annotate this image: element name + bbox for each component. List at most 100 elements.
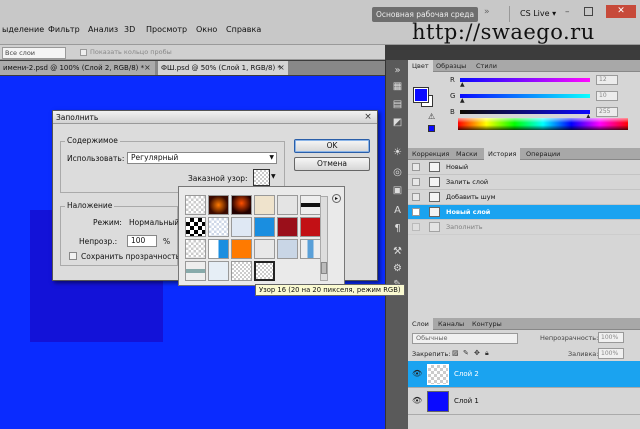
tool-presets-icon[interactable]: ⚒	[391, 245, 404, 258]
workspace-more-icon[interactable]: »	[484, 7, 490, 17]
close-dialog-icon[interactable]: ×	[361, 112, 375, 123]
channel-b-value[interactable]: 255	[596, 107, 618, 117]
use-select[interactable]: Регулярный ▼	[127, 152, 277, 164]
tab-document-2[interactable]: ФШ.psd @ 50% (Слой 1, RGB/8) * ×	[158, 61, 288, 75]
pattern-swatch[interactable]	[231, 195, 252, 215]
lock-move-icon[interactable]: ✥	[474, 349, 480, 357]
opacity-input[interactable]: 100	[127, 235, 157, 247]
pattern-swatch[interactable]	[300, 217, 321, 237]
custom-pattern-picker[interactable]	[253, 169, 270, 186]
layer-name[interactable]: Слой 2	[454, 370, 479, 378]
slider-thumb-icon[interactable]: ▲	[460, 97, 465, 104]
pattern-swatch[interactable]	[300, 195, 321, 215]
adjustments-panel-icon[interactable]: ☀	[391, 146, 404, 159]
character-panel-icon[interactable]: A	[391, 204, 404, 217]
tab-document-1[interactable]: имени-2.psd @ 100% (Слой 2, RGB/8) * ×	[0, 61, 155, 75]
channel-r-slider[interactable]	[460, 78, 590, 82]
pattern-swatch[interactable]	[254, 217, 275, 237]
layer-name[interactable]: Слой 1	[454, 397, 479, 405]
pattern-swatch[interactable]	[185, 195, 206, 215]
history-source-box[interactable]	[412, 163, 420, 171]
history-source-box[interactable]	[412, 178, 420, 186]
mode-select[interactable]: Нормальный	[129, 218, 179, 227]
slider-thumb-icon[interactable]: ▲	[460, 81, 465, 88]
pattern-swatch[interactable]	[254, 239, 275, 259]
history-source-box[interactable]	[412, 193, 420, 201]
menu-select[interactable]: ыделение	[2, 25, 44, 34]
history-panel-icon[interactable]: ▣	[391, 184, 404, 197]
paragraph-panel-icon[interactable]: ¶	[391, 222, 404, 235]
pattern-swatch-selected[interactable]	[254, 261, 275, 281]
chevron-down-icon[interactable]: ▼	[271, 173, 276, 180]
pattern-swatch[interactable]	[208, 195, 229, 215]
pattern-swatch[interactable]	[185, 261, 206, 281]
tab-paths[interactable]: Контуры	[468, 318, 506, 330]
swatches-panel-icon[interactable]: ▤	[391, 98, 404, 111]
channel-g-slider[interactable]	[460, 94, 590, 98]
tab-actions[interactable]: Операции	[522, 148, 564, 160]
tab-styles[interactable]: Стили	[472, 60, 501, 72]
layer-row-selected[interactable]: 👁︎ Слой 2	[408, 361, 640, 388]
menu-analysis[interactable]: Анализ	[88, 25, 118, 34]
layer-row[interactable]: 👁︎ Слой 1	[408, 388, 640, 415]
pattern-swatch[interactable]	[277, 195, 298, 215]
history-item[interactable]: Добавить шум	[408, 190, 640, 205]
lock-paint-icon[interactable]: ✎	[463, 349, 469, 357]
fill-field[interactable]: 100%	[598, 348, 624, 359]
menu-filter[interactable]: Фильтр	[48, 25, 80, 34]
pattern-swatch[interactable]	[254, 195, 275, 215]
pattern-swatch[interactable]	[185, 239, 206, 259]
masks-panel-icon[interactable]: ◎	[391, 166, 404, 179]
history-item-selected[interactable]: Новый слой	[408, 205, 640, 220]
pattern-swatch[interactable]	[208, 239, 229, 259]
history-source-box[interactable]	[412, 223, 420, 231]
close-tab-icon[interactable]: ×	[144, 61, 151, 75]
preserve-transparency-checkbox[interactable]	[69, 252, 77, 260]
pattern-swatch[interactable]	[231, 239, 252, 259]
tab-history[interactable]: История	[484, 148, 521, 160]
styles-panel-icon[interactable]: ◩	[391, 116, 404, 129]
foreground-color-swatch[interactable]	[413, 87, 429, 103]
pattern-swatch[interactable]	[208, 261, 229, 281]
popup-menu-icon[interactable]: ▸	[332, 194, 341, 203]
tab-layers[interactable]: Слои	[408, 318, 433, 330]
lock-transparency-icon[interactable]: ▨	[452, 349, 459, 357]
clone-source-icon[interactable]: ⚙	[391, 262, 404, 275]
opacity-field[interactable]: 100%	[598, 332, 624, 343]
history-item-disabled[interactable]: Заполнить	[408, 220, 640, 235]
menu-help[interactable]: Справка	[226, 25, 261, 34]
sample-layers-select[interactable]: Все слои	[2, 47, 66, 59]
pattern-swatch[interactable]	[185, 217, 206, 237]
tab-swatches[interactable]: Образцы	[432, 60, 470, 72]
tab-color[interactable]: Цвет	[408, 60, 433, 72]
pattern-swatch[interactable]	[231, 261, 252, 281]
eye-icon[interactable]: 👁︎	[412, 369, 422, 378]
close-icon[interactable]: ✕	[606, 5, 636, 18]
channel-g-value[interactable]: 10	[596, 91, 618, 101]
scrollbar-thumb[interactable]	[321, 262, 327, 274]
tab-adjustments[interactable]: Коррекция	[408, 148, 453, 160]
cancel-button[interactable]: Отмена	[294, 157, 370, 171]
color-panel-icon[interactable]: ▦	[391, 80, 404, 93]
channel-b-slider[interactable]	[460, 110, 590, 114]
minimize-icon[interactable]: –	[565, 7, 570, 17]
pattern-swatch[interactable]	[208, 217, 229, 237]
menu-window[interactable]: Окно	[196, 25, 217, 34]
close-tab-icon[interactable]: ×	[278, 61, 285, 75]
eye-icon[interactable]: 👁︎	[412, 396, 422, 405]
warning-icon[interactable]: ⚠	[428, 112, 435, 121]
pattern-swatch[interactable]	[277, 239, 298, 259]
collapse-icon[interactable]: »	[391, 64, 404, 77]
channel-r-value[interactable]: 12	[596, 75, 618, 85]
show-ring-checkbox[interactable]	[80, 49, 87, 56]
menu-3d[interactable]: 3D	[124, 25, 135, 34]
pattern-swatch[interactable]	[277, 217, 298, 237]
blend-mode-select[interactable]: Обычные	[412, 333, 518, 344]
ok-button[interactable]: OK	[294, 139, 370, 153]
lock-all-icon[interactable]: 🔒︎	[485, 349, 489, 358]
menu-view[interactable]: Просмотр	[146, 25, 187, 34]
pattern-swatch[interactable]	[231, 217, 252, 237]
web-safe-swatch[interactable]	[428, 125, 435, 132]
tab-channels[interactable]: Каналы	[434, 318, 468, 330]
history-source-box[interactable]	[412, 208, 420, 216]
